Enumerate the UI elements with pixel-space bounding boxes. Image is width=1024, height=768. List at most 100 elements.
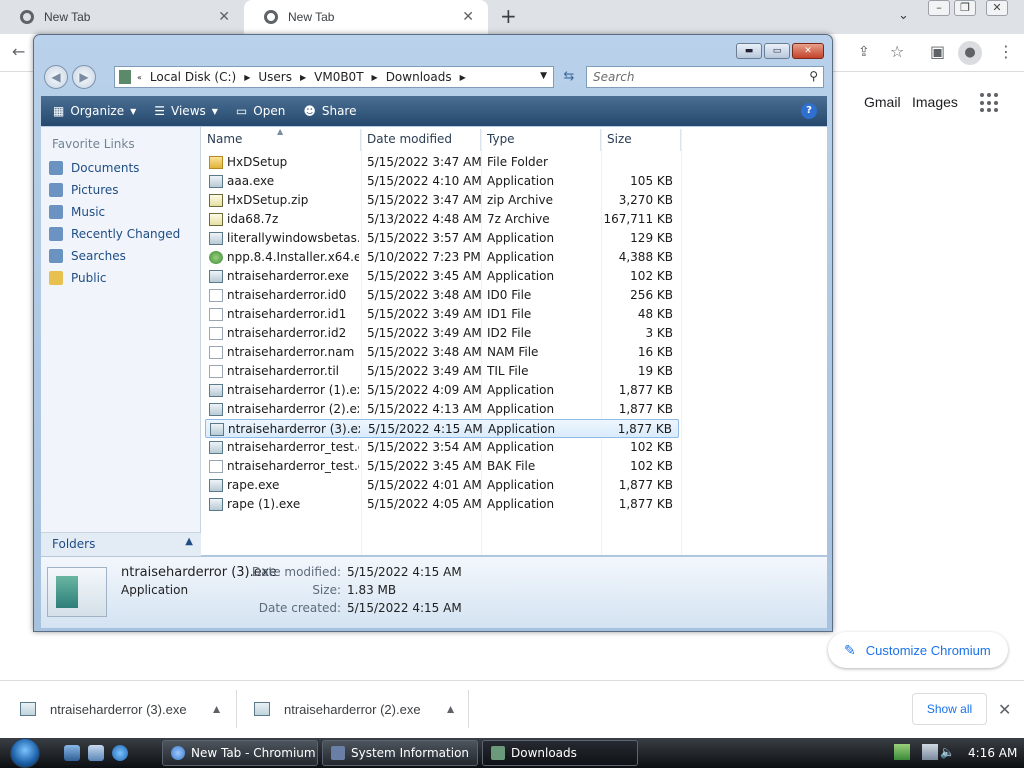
restore-button[interactable]: ❐ <box>954 0 976 16</box>
back-arrow-icon[interactable]: ← <box>12 42 25 61</box>
taskbar-button-downloads[interactable]: Downloads <box>482 740 638 766</box>
close-button[interactable]: ✕ <box>986 0 1008 16</box>
file-name: ntraiseharderror (1).exe <box>227 383 359 397</box>
taskbar-button-system-information[interactable]: System Information <box>322 740 478 766</box>
start-button[interactable] <box>10 738 40 768</box>
address-dropdown-icon[interactable]: ▼ <box>540 71 547 81</box>
favorite-link-searches[interactable]: Searches <box>41 245 200 267</box>
file-row[interactable]: ntraiseharderror_test.e... 5/15/2022 3:45… <box>205 457 679 476</box>
switch-windows-icon[interactable] <box>88 745 104 761</box>
show-desktop-icon[interactable] <box>64 745 80 761</box>
breadcrumb-separator-icon[interactable]: ▶ <box>372 73 378 82</box>
bookmark-star-icon[interactable]: ☆ <box>890 42 904 61</box>
file-row[interactable]: ntraiseharderror.nam 5/15/2022 3:48 AM NAM… <box>205 343 679 362</box>
help-icon[interactable]: ? <box>801 103 817 119</box>
file-row[interactable]: ntraiseharderror_test.exe 5/15/2022 3:54 … <box>205 438 679 457</box>
forward-button[interactable]: ▶ <box>72 65 96 89</box>
views-button[interactable]: ☰ Views ▼ <box>154 104 218 118</box>
file-row[interactable]: ntraiseharderror (3).exe 5/15/2022 4:15 A… <box>205 419 679 438</box>
command-bar: ▦ Organize ▼ ☰ Views ▼ ▭ Open ☻ Share ? <box>41 96 827 126</box>
breadcrumb-separator-icon[interactable]: ▶ <box>244 73 250 82</box>
file-row[interactable]: ida68.7z 5/13/2022 4:48 AM 7z Archive 167,7… <box>205 210 679 229</box>
taskbar-button-chromium[interactable]: New Tab - Chromium <box>162 740 318 766</box>
breadcrumb-separator-icon[interactable]: ▶ <box>300 73 306 82</box>
explorer-minimize-button[interactable]: ▬ <box>736 43 762 59</box>
volume-muted-icon[interactable]: 🔈 <box>940 744 956 760</box>
search-input[interactable]: Search ⚲ <box>586 66 824 88</box>
download-item[interactable]: ntraiseharderror (2).exe ▲ <box>254 680 456 738</box>
new-tab-button[interactable]: + <box>500 4 517 28</box>
system-clock[interactable]: 4:16 AM <box>968 746 1017 760</box>
file-row[interactable]: ntraiseharderror.id2 5/15/2022 3:49 AM ID2… <box>205 324 679 343</box>
close-download-shelf-icon[interactable]: ✕ <box>998 700 1011 719</box>
breadcrumb-downloads[interactable]: Downloads <box>386 70 452 84</box>
address-bar[interactable]: « Local Disk (C:) ▶ Users ▶ VM0B0T ▶ Dow… <box>114 66 554 88</box>
network-icon[interactable] <box>922 744 938 760</box>
file-row[interactable]: ntraiseharderror.exe 5/15/2022 3:45 AM App… <box>205 267 679 286</box>
file-row[interactable]: HxDSetup 5/15/2022 3:47 AM File Folder <box>205 153 679 172</box>
tab-search-chevron-icon[interactable]: ⌄ <box>898 8 909 23</box>
favorite-link-documents[interactable]: Documents <box>41 157 200 179</box>
refresh-icon[interactable]: ⇆ <box>558 66 580 88</box>
open-button[interactable]: ▭ Open <box>236 104 285 118</box>
images-link[interactable]: Images <box>912 94 958 110</box>
browser-tab-1[interactable]: New Tab ✕ <box>0 0 244 34</box>
file-type: Application <box>487 440 555 454</box>
gmail-link[interactable]: Gmail <box>864 94 901 110</box>
breadcrumb-local-disk[interactable]: Local Disk (C:) <box>150 70 236 84</box>
explorer-maximize-button[interactable]: ▭ <box>764 43 790 59</box>
side-panel-icon[interactable]: ▣ <box>930 42 945 61</box>
breadcrumb-overflow-icon[interactable]: « <box>137 73 142 82</box>
organize-button[interactable]: ▦ Organize ▼ <box>53 104 136 118</box>
menu-kebab-icon[interactable]: ⋮ <box>998 42 1014 61</box>
internet-explorer-icon[interactable] <box>112 745 128 761</box>
column-header-type[interactable]: Type <box>481 129 601 151</box>
file-row[interactable]: ntraiseharderror (2).exe 5/15/2022 4:13 A… <box>205 400 679 419</box>
file-row[interactable]: ntraiseharderror.id1 5/15/2022 3:49 AM ID1… <box>205 305 679 324</box>
breadcrumb-separator-icon[interactable]: ▶ <box>460 73 466 82</box>
file-row[interactable]: rape.exe 5/15/2022 4:01 AM Application 1,87… <box>205 476 679 495</box>
browser-tab-2[interactable]: New Tab ✕ <box>244 0 488 34</box>
file-row[interactable]: ntraiseharderror.id0 5/15/2022 3:48 AM ID0… <box>205 286 679 305</box>
minimize-button[interactable]: – <box>928 0 950 16</box>
download-item[interactable]: ntraiseharderror (3).exe ▲ <box>20 680 222 738</box>
dropdown-arrow-icon: ▼ <box>211 106 218 116</box>
file-row[interactable]: literallywindowsbetas.... 5/15/2022 3:57 … <box>205 229 679 248</box>
column-header-name[interactable]: Name ▲ <box>201 127 361 151</box>
open-icon: ▭ <box>235 104 248 118</box>
column-header-size[interactable]: Size <box>601 129 681 151</box>
favorite-link-pictures[interactable]: Pictures <box>41 179 200 201</box>
google-apps-icon[interactable] <box>980 93 1000 113</box>
share-icon[interactable]: ⇪ <box>858 44 870 60</box>
chevron-up-icon[interactable]: ▲ <box>445 702 457 716</box>
explorer-close-button[interactable]: ✕ <box>792 43 824 59</box>
chevron-up-icon[interactable]: ▲ <box>211 702 223 716</box>
close-tab-icon[interactable]: ✕ <box>218 8 230 25</box>
breadcrumb-users[interactable]: Users <box>258 70 292 84</box>
customize-chromium-button[interactable]: ✎ Customize Chromium <box>828 632 1008 668</box>
folders-toggle[interactable]: Folders ▲ <box>41 532 201 556</box>
file-row[interactable]: aaa.exe 5/15/2022 4:10 AM Application 105 K… <box>205 172 679 191</box>
file-type: 7z Archive <box>487 212 550 226</box>
file-date-modified: 5/15/2022 3:49 AM <box>367 364 482 378</box>
file-row[interactable]: ntraiseharderror (1).exe 5/15/2022 4:09 A… <box>205 381 679 400</box>
share-button[interactable]: ☻ Share <box>303 104 356 118</box>
favorite-link-public[interactable]: Public <box>41 267 200 289</box>
close-tab-icon[interactable]: ✕ <box>462 8 474 25</box>
file-row[interactable]: npp.8.4.Installer.x64.exe 5/10/2022 7:23 … <box>205 248 679 267</box>
file-icon <box>209 365 223 378</box>
search-icon[interactable]: ⚲ <box>809 69 818 83</box>
tray-app-icon[interactable] <box>894 744 910 760</box>
column-header-date[interactable]: Date modified <box>361 129 481 151</box>
show-all-downloads-button[interactable]: Show all <box>912 693 987 725</box>
file-row[interactable]: ntraiseharderror.til 5/15/2022 3:49 AM TIL… <box>205 362 679 381</box>
back-button[interactable]: ◀ <box>44 65 68 89</box>
favorite-link-music[interactable]: Music <box>41 201 200 223</box>
file-row[interactable]: HxDSetup.zip 5/15/2022 3:47 AM zip Archive… <box>205 191 679 210</box>
file-name: ntraiseharderror (3).exe <box>228 422 360 436</box>
favorite-link-recently-changed[interactable]: Recently Changed <box>41 223 200 245</box>
profile-avatar[interactable]: ● <box>958 41 982 65</box>
divider <box>236 690 237 728</box>
file-row[interactable]: rape (1).exe 5/15/2022 4:05 AM Application… <box>205 495 679 514</box>
breadcrumb-user[interactable]: VM0B0T <box>314 70 363 84</box>
